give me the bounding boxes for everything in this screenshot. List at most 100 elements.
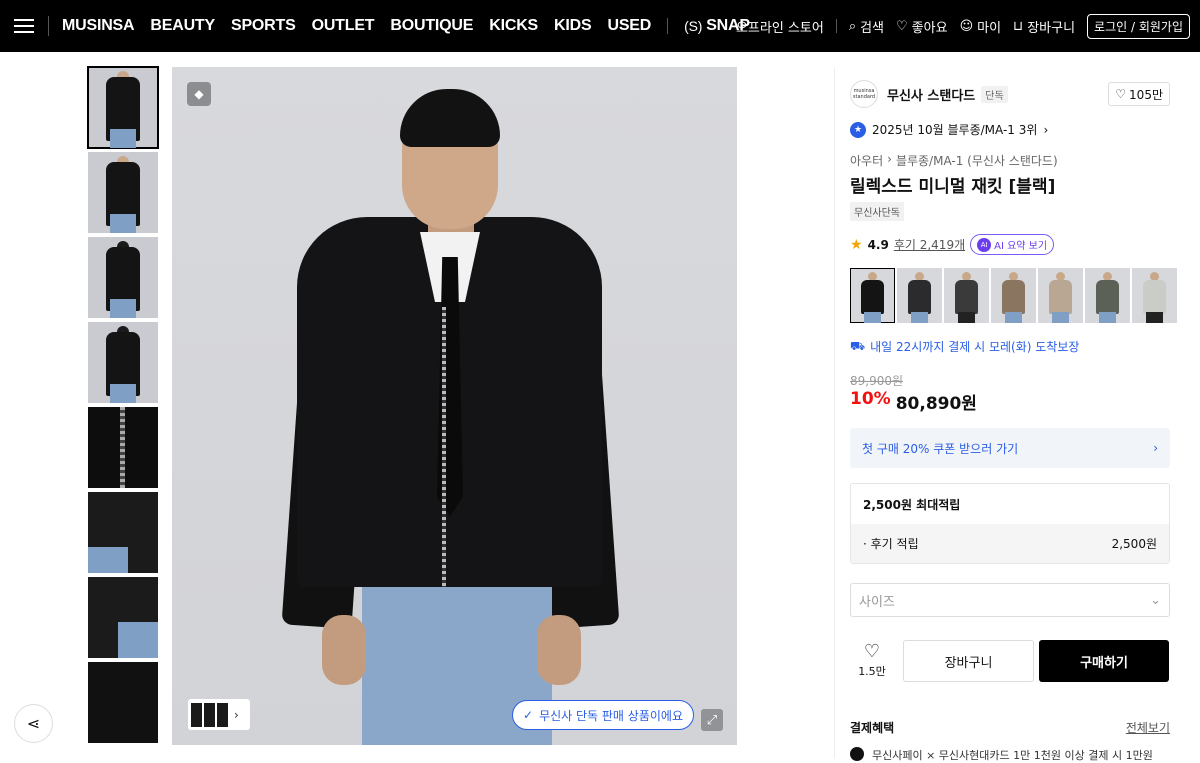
color-swatch[interactable] bbox=[1038, 268, 1083, 323]
thumbnail-image[interactable] bbox=[88, 152, 158, 233]
chevron-down-icon: ⌄ bbox=[1150, 592, 1161, 608]
search-label: 검색 bbox=[860, 20, 885, 36]
nav-link-outlet[interactable]: OUTLET bbox=[312, 17, 375, 35]
tag-icon[interactable]: ◆ bbox=[187, 82, 211, 106]
chevron-right-icon: › bbox=[234, 707, 239, 722]
nav-links: MUSINSA BEAUTY SPORTS OUTLET BOUTIQUE KI… bbox=[62, 0, 750, 52]
nav-divider bbox=[48, 16, 49, 36]
brand-row: musinsa standard 무신사 스탠다드 단독 ♡ 105만 bbox=[850, 79, 1170, 109]
payment-benefits-title: 결제혜택 bbox=[850, 721, 895, 735]
mini-thumbnail bbox=[191, 702, 202, 727]
offline-store-link[interactable]: 오프라인 스토어 bbox=[736, 17, 824, 36]
thumbnail-image[interactable] bbox=[88, 322, 158, 403]
brand-logo[interactable]: musinsa standard bbox=[850, 80, 878, 108]
login-button[interactable]: 로그인 / 회원가입 bbox=[1087, 13, 1190, 39]
payment-benefit-text: 무신사페이 × 무신사현대카드 1만 1천원 이상 결제 시 1만원 bbox=[872, 749, 1153, 762]
points-review-value: 2,500원 bbox=[1111, 537, 1157, 551]
ai-summary-button[interactable]: AI AI 요약 보기 bbox=[970, 234, 1055, 255]
image-strip-toggle[interactable]: › bbox=[188, 699, 250, 730]
exclusive-sale-pill: ✓ 무신사 단독 판매 상품이에요 bbox=[512, 700, 694, 730]
thumbnail-image[interactable] bbox=[88, 407, 158, 488]
nav-link-sports[interactable]: SPORTS bbox=[231, 17, 296, 35]
brand-exclusive-tag: 단독 bbox=[981, 85, 1008, 103]
brand-like-button[interactable]: ♡ 105만 bbox=[1108, 82, 1170, 106]
share-button[interactable]: ⋖ bbox=[14, 704, 53, 743]
delivery-guarantee: ⛟ 내일 22시까지 결제 시 모레(화) 도착보장 bbox=[850, 338, 1079, 355]
user-icon: ☺ bbox=[959, 18, 974, 34]
mini-thumbnail bbox=[204, 702, 215, 727]
model-hand bbox=[537, 615, 581, 685]
top-navigation: MUSINSA BEAUTY SPORTS OUTLET BOUTIQUE KI… bbox=[0, 0, 1200, 52]
search-link[interactable]: ⌕ 검색 bbox=[849, 17, 884, 36]
product-title: 릴렉스드 미니멀 재킷 [블랙] bbox=[850, 177, 1056, 197]
likes-link[interactable]: ♡ 좋아요 bbox=[896, 17, 948, 36]
points-review-label: · 후기 적립 bbox=[863, 537, 919, 551]
cart-link[interactable]: ⊔ 장바구니 bbox=[1013, 17, 1075, 36]
review-count-link[interactable]: 후기 2,419개 bbox=[894, 236, 965, 253]
heart-icon: ♡ bbox=[896, 18, 908, 34]
color-swatch[interactable] bbox=[991, 268, 1036, 323]
check-icon: ✓ bbox=[523, 708, 534, 722]
thumbnail-image[interactable] bbox=[88, 662, 158, 743]
coupon-banner[interactable]: 첫 구매 20% 쿠폰 받으러 가기 › bbox=[850, 428, 1170, 468]
star-icon: ★ bbox=[850, 236, 863, 253]
product-main-image[interactable]: ◆ › ✓ 무신사 단독 판매 상품이에요 ⤢ bbox=[172, 67, 737, 745]
wishlist-count: 1.5만 bbox=[858, 665, 886, 678]
size-select[interactable]: 사이즈 ⌄ bbox=[850, 583, 1170, 617]
points-title: 2,500원 최대적립 bbox=[863, 497, 961, 512]
nav-link-used[interactable]: USED bbox=[607, 17, 651, 35]
heart-icon: ♡ bbox=[863, 641, 881, 662]
color-swatch[interactable] bbox=[944, 268, 989, 323]
discount-rate: 10% bbox=[850, 389, 891, 409]
chevron-right-icon: › bbox=[887, 152, 892, 166]
color-swatch[interactable] bbox=[897, 268, 942, 323]
card-icon bbox=[850, 747, 864, 761]
price-row: 10% 80,890원 bbox=[850, 389, 977, 414]
thumbnail-image[interactable] bbox=[88, 492, 158, 573]
delivery-text: 내일 22시까지 결제 시 모레(화) 도착보장 bbox=[870, 340, 1080, 354]
thumbnail-image[interactable] bbox=[87, 66, 159, 149]
rating-row: ★ 4.9 후기 2,419개 AI AI 요약 보기 bbox=[850, 234, 1055, 255]
rating-value: 4.9 bbox=[867, 237, 889, 252]
color-swatch[interactable] bbox=[1132, 268, 1177, 323]
ranking-link[interactable]: ★ 2025년 10월 블루종/MA-1 3위 › bbox=[850, 121, 1048, 138]
thumbnail-image[interactable] bbox=[88, 577, 158, 658]
search-icon: ⌕ bbox=[848, 18, 857, 34]
heart-icon: ♡ bbox=[1115, 87, 1127, 101]
my-link[interactable]: ☺ 마이 bbox=[960, 17, 1001, 36]
nav-link-beauty[interactable]: BEAUTY bbox=[150, 17, 215, 35]
payment-benefit-item: 무신사페이 × 무신사현대카드 1만 1천원 이상 결제 시 1만원 bbox=[850, 747, 1153, 763]
chevron-right-icon: › bbox=[1153, 441, 1158, 455]
chevron-right-icon: › bbox=[1043, 122, 1049, 137]
expand-icon[interactable]: ⤢ bbox=[701, 709, 723, 731]
color-swatch[interactable] bbox=[1085, 268, 1130, 323]
exclusive-badge: 무신사단독 bbox=[850, 202, 904, 221]
coupon-text: 첫 구매 20% 쿠폰 받으러 가기 bbox=[862, 441, 1019, 456]
color-swatch-black[interactable] bbox=[850, 268, 895, 323]
buy-now-button[interactable]: 구매하기 bbox=[1039, 640, 1169, 682]
model-hand bbox=[322, 615, 366, 685]
breadcrumb: 아우터 › 블루종/MA-1 (무신사 스탠다드) bbox=[850, 152, 1058, 169]
share-icon: ⋖ bbox=[26, 714, 41, 733]
nav-link-boutique[interactable]: BOUTIQUE bbox=[390, 17, 473, 35]
original-price: 89,900원 bbox=[850, 374, 904, 388]
thumbnail-image[interactable] bbox=[88, 237, 158, 318]
ranking-medal-icon: ★ bbox=[850, 121, 866, 138]
snap-logo-icon: (S) bbox=[684, 18, 703, 34]
nav-link-kicks[interactable]: KICKS bbox=[489, 17, 538, 35]
my-label: 마이 bbox=[977, 20, 1002, 36]
nav-link-musinsa[interactable]: MUSINSA bbox=[62, 17, 135, 35]
breadcrumb-item[interactable]: 블루종/MA-1 (무신사 스탠다드) bbox=[896, 152, 1058, 169]
thumbnail-list bbox=[87, 66, 159, 747]
wishlist-button[interactable]: ♡ 1.5만 bbox=[850, 640, 894, 682]
size-placeholder: 사이즈 bbox=[859, 594, 895, 610]
brand-name[interactable]: 무신사 스탠다드 bbox=[887, 85, 975, 104]
nav-link-kids[interactable]: KIDS bbox=[554, 17, 592, 35]
brand-like-count: 105만 bbox=[1129, 87, 1163, 102]
breadcrumb-item[interactable]: 아우터 bbox=[850, 152, 883, 169]
view-all-link[interactable]: 전체보기 bbox=[1126, 719, 1170, 736]
add-to-cart-button[interactable]: 장바구니 bbox=[903, 640, 1034, 682]
mini-thumbnail bbox=[217, 702, 228, 727]
menu-icon[interactable] bbox=[14, 17, 34, 35]
exclusive-sale-text: 무신사 단독 판매 상품이에요 bbox=[539, 708, 683, 723]
